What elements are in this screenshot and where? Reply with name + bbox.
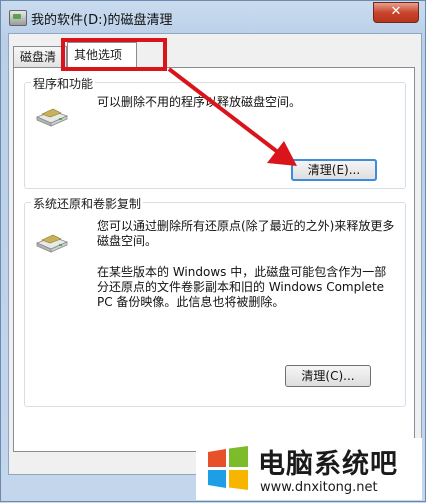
- disk-cleanup-window: 我的软件(D:)的磁盘清理 ✕ 磁盘清理 其他选项 程序和功能 可以删除不用的程…: [0, 0, 426, 502]
- annotation-arrow: [167, 67, 297, 166]
